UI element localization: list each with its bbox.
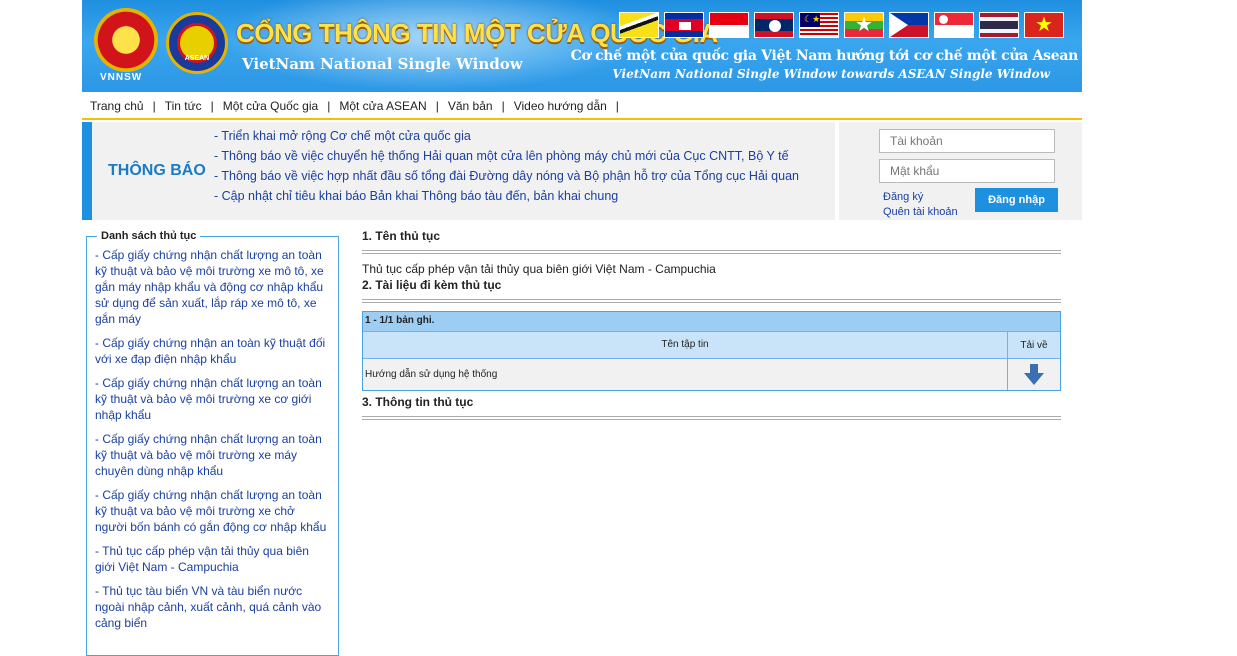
slogan-english: VietNam National Single Window towards A… (612, 67, 1050, 81)
nav-item-video-guide[interactable]: Video hướng dẫn (514, 99, 607, 113)
column-header-filename: Tên tập tin (363, 332, 1008, 358)
philippines-flag-icon (889, 12, 929, 38)
procedure-detail: 1. Tên thủ tục Thủ tục cấp phép vận tải … (362, 227, 1061, 428)
vietnam-flag-icon: ★ (1024, 12, 1064, 38)
notice-panel: THÔNG BÁO - Triển khai mở rộng Cơ chế mộ… (82, 122, 835, 220)
attachments-table: 1 - 1/1 bản ghi. Tên tập tin Tải về Hướn… (362, 311, 1061, 391)
register-link[interactable]: Đăng ký (883, 190, 958, 205)
file-name: Hướng dẫn sử dụng hệ thống (363, 359, 1008, 390)
table-header: Tên tập tin Tải về (363, 331, 1060, 358)
login-panel: Đăng ký Quên tài khoản Đăng nhập (839, 122, 1082, 220)
notice-item[interactable]: - Triển khai mở rộng Cơ chế một cửa quốc… (214, 126, 799, 146)
sidebar-title: Danh sách thủ tục (97, 230, 201, 242)
asean-flags: ☾★ ★ ★ (619, 12, 1064, 38)
divider (362, 299, 1061, 303)
notice-label: THÔNG BÁO (108, 162, 206, 179)
password-input[interactable] (879, 159, 1055, 183)
myanmar-flag-icon: ★ (844, 12, 884, 38)
column-header-download: Tải về (1020, 339, 1048, 351)
slogan: Cơ chế một cửa quốc gia Việt Nam hướng t… (570, 48, 1079, 64)
procedure-item[interactable]: - Cấp giấy chứng nhận an toàn kỹ thuật đ… (95, 335, 330, 367)
site-subtitle: VietNam National Single Window (242, 55, 523, 73)
divider (362, 250, 1061, 254)
section-title-attachments: 2. Tài liệu đi kèm thủ tục (362, 278, 502, 292)
section-title-procedure-name: 1. Tên thủ tục (362, 229, 440, 243)
record-count: 1 - 1/1 bản ghi. (363, 312, 1060, 331)
procedure-sidebar: Danh sách thủ tục - Cấp giấy chứng nhận … (86, 230, 339, 656)
username-input[interactable] (879, 129, 1055, 153)
nav-item-news[interactable]: Tin tức (165, 99, 202, 113)
nav-item-documents[interactable]: Văn bản (448, 99, 493, 113)
nav-item-national-single-window[interactable]: Một cửa Quốc gia (223, 99, 318, 113)
login-button[interactable]: Đăng nhập (975, 188, 1058, 212)
nav-item-asean-single-window[interactable]: Một cửa ASEAN (339, 99, 426, 113)
procedure-item[interactable]: - Cấp giấy chứng nhận chất lượng an toàn… (95, 431, 330, 479)
notice-item[interactable]: - Thông báo về việc chuyển hệ thống Hải … (214, 146, 799, 166)
notice-area: THÔNG BÁO - Triển khai mở rộng Cơ chế mộ… (82, 122, 1082, 220)
section-title-procedure-info: 3. Thông tin thủ tục (362, 395, 474, 409)
notice-item[interactable]: - Thông báo về việc hợp nhất đầu số tổng… (214, 166, 799, 186)
laos-flag-icon (754, 12, 794, 38)
notice-item[interactable]: - Cập nhật chỉ tiêu khai báo Bản khai Th… (214, 186, 799, 206)
vietnam-emblem-icon: ★ (94, 8, 158, 72)
procedure-list: - Cấp giấy chứng nhận chất lượng an toàn… (87, 237, 338, 631)
table-row: Hướng dẫn sử dụng hệ thống (363, 358, 1060, 390)
main-nav: Trang chủ | Tin tức | Một cửa Quốc gia | Mộ… (82, 94, 1082, 120)
brunei-flag-icon (619, 12, 659, 38)
singapore-flag-icon (934, 12, 974, 38)
malaysia-flag-icon: ☾★ (799, 12, 839, 38)
notice-list: - Triển khai mở rộng Cơ chế một cửa quốc… (214, 126, 799, 206)
download-arrow-icon[interactable] (1024, 363, 1044, 386)
procedure-item[interactable]: - Cấp giấy chứng nhận chất lượng an toàn… (95, 247, 330, 327)
asean-logo-icon: ASEAN (166, 12, 228, 74)
vnnsw-label: VNNSW (100, 72, 143, 83)
indonesia-flag-icon (709, 12, 749, 38)
procedure-item[interactable]: - Cấp giấy chứng nhận chất lượng an toàn… (95, 375, 330, 423)
thailand-flag-icon (979, 12, 1019, 38)
header-banner: ★ VNNSW ASEAN CỔNG THÔNG TIN MỘT CỬA QUỐ… (82, 0, 1082, 92)
procedure-item[interactable]: - Thủ tục tàu biển VN và tàu biển nước n… (95, 583, 330, 631)
procedure-item[interactable]: - Cấp giấy chứng nhận chất lượng an toàn… (95, 487, 330, 535)
forgot-account-link[interactable]: Quên tài khoản (883, 205, 958, 220)
procedure-item[interactable]: - Thủ tục cấp phép vận tải thủy qua biên… (95, 543, 330, 575)
cambodia-flag-icon (664, 12, 704, 38)
divider (362, 416, 1061, 420)
page-wrapper: ★ VNNSW ASEAN CỔNG THÔNG TIN MỘT CỬA QUỐ… (82, 0, 1082, 656)
nav-item-home[interactable]: Trang chủ (90, 99, 144, 113)
procedure-name: Thủ tục cấp phép vận tải thủy qua biên g… (362, 262, 716, 276)
